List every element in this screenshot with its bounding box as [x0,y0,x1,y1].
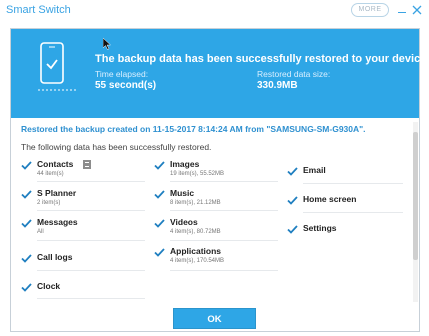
item-label: S Planner [37,188,77,198]
time-elapsed-label: Time elapsed: [95,69,149,79]
mouse-cursor-icon [103,38,111,50]
restored-backup-info: Restored the backup created on 11-15-201… [21,124,366,134]
item-label: Music [170,188,195,198]
divider [303,212,403,213]
divider [170,270,278,271]
divider [170,210,278,211]
item-label: Call logs [37,252,73,262]
restore-success-title: The backup data has been successfully re… [95,53,429,65]
divider [37,210,145,211]
time-elapsed-value: 55 second(s) [95,80,157,91]
restored-data-caption: The following data has been successfully… [21,142,212,152]
item-label: Home screen [303,194,357,204]
item-detail: 2 item(s) [37,200,61,206]
item-label: Settings [303,223,337,233]
ok-button[interactable]: OK [173,308,256,329]
check-icon [21,161,32,170]
minimize-icon[interactable] [398,12,406,13]
item-email: Email [287,165,407,195]
item-contacts: Contacts 44 item(s) [21,159,141,189]
restored-size-label: Restored data size: [257,69,331,79]
item-label: Contacts [37,159,74,169]
divider [303,183,403,184]
check-icon [154,190,165,199]
item-detail: 44 item(s) [37,171,64,177]
item-call-logs: Call logs [21,252,141,282]
check-icon [154,219,165,228]
check-icon [287,196,298,205]
item-settings: Settings [287,223,407,253]
divider [37,181,145,182]
divider [170,181,278,182]
item-clock: Clock [21,281,141,311]
item-videos: Videos 4 item(s), 80.72MB [154,217,274,247]
check-icon [154,161,165,170]
divider [37,240,145,241]
item-label: Videos [170,217,198,227]
item-detail: 8 item(s), 21.12MB [170,200,221,206]
check-icon [21,283,32,292]
app-title: Smart Switch [6,4,71,16]
check-icon [21,254,32,263]
check-icon [154,248,165,257]
item-detail: 19 item(s), 55.52MB [170,171,225,177]
check-icon [287,167,298,176]
item-detail: 4 item(s), 170.54MB [170,258,225,264]
more-button[interactable]: MORE [351,3,389,17]
item-music: Music 8 item(s), 21.12MB [154,188,274,218]
restored-size-value: 330.9MB [257,80,298,91]
contacts-card-icon [83,160,91,169]
close-icon[interactable] [411,4,423,16]
check-icon [287,225,298,234]
item-images: Images 19 item(s), 55.52MB [154,159,274,189]
item-label: Email [303,165,326,175]
item-detail: All [37,229,44,235]
item-label: Clock [37,281,61,291]
title-bar: Smart Switch MORE [0,0,429,26]
divider [37,270,145,271]
phone-check-icon [38,42,78,91]
divider [170,240,278,241]
item-home-screen: Home screen [287,194,407,224]
scrollbar-thumb[interactable] [413,132,418,260]
item-applications: Applications 4 item(s), 170.54MB [154,246,274,276]
item-detail: 4 item(s), 80.72MB [170,229,221,235]
item-s-planner: S Planner 2 item(s) [21,188,141,218]
item-label: Applications [170,246,222,256]
item-label: Images [170,159,200,169]
item-messages: Messages All [21,217,141,247]
item-label: Messages [37,217,78,227]
restore-header: The backup data has been successfully re… [11,29,429,118]
check-icon [21,219,32,228]
check-icon [21,190,32,199]
divider [37,298,145,299]
